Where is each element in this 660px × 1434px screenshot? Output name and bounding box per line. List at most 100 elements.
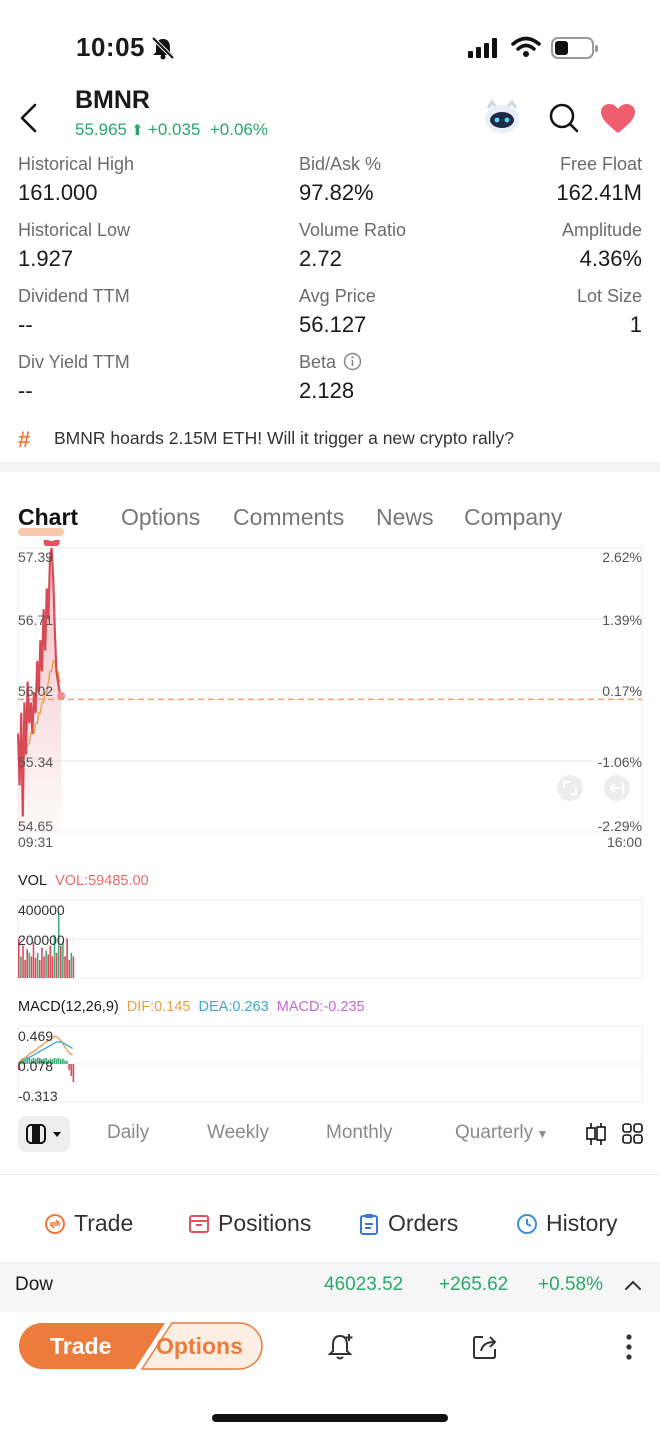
volume-bar <box>39 960 41 978</box>
index-change-pct: +0.58% <box>538 1274 603 1295</box>
fullscreen-button[interactable] <box>557 775 583 801</box>
macd-bar <box>60 1059 62 1064</box>
volume-bar <box>66 938 68 978</box>
cellular-signal-icon <box>468 38 497 58</box>
grid-layout-icon[interactable] <box>622 1123 644 1145</box>
volume-title: VOL VOL:59485.00 <box>18 873 149 889</box>
action-positions[interactable]: Positions <box>188 1210 311 1237</box>
volume-bar <box>55 952 58 978</box>
price-axis-label-3: 56.02 <box>18 683 54 699</box>
action-history[interactable]: History <box>516 1210 618 1237</box>
info-icon[interactable] <box>343 352 362 371</box>
period-daily[interactable]: Daily <box>107 1122 149 1144</box>
tab-news[interactable]: News <box>376 504 434 531</box>
index-change: +265.62 <box>439 1274 509 1295</box>
pct-axis-label-1: 2.62% <box>602 549 642 565</box>
period-quarterly-label: Quarterly <box>455 1122 534 1143</box>
stat-label-historical-high: Historical High <box>18 154 135 174</box>
silent-bell-icon <box>151 36 175 60</box>
robot-assistant-icon[interactable] <box>482 98 522 136</box>
volume-axis-label-1: 400000 <box>18 902 65 918</box>
stat-value-amplitude: 4.36% <box>579 246 642 271</box>
chevron-up-icon[interactable] <box>624 1278 642 1292</box>
bottom-trade-button[interactable]: Trade <box>50 1333 111 1360</box>
stat-label-amplitude: Amplitude <box>561 220 642 240</box>
action-orders-label: Orders <box>388 1210 459 1236</box>
macd-bar <box>64 1060 66 1064</box>
favorite-heart-icon[interactable] <box>600 103 636 135</box>
stat-value-bid-ask: 97.82% <box>299 180 374 205</box>
positions-icon <box>189 1214 209 1233</box>
volume-label: VOL <box>18 873 48 889</box>
orders-icon <box>360 1213 378 1235</box>
search-icon[interactable] <box>548 102 580 134</box>
sell-signal-badge[interactable]: S <box>43 540 60 546</box>
tab-chart[interactable]: Chart <box>18 504 78 531</box>
period-monthly[interactable]: Monthly <box>326 1122 393 1144</box>
price-change-pct: +0.06% <box>209 120 268 139</box>
up-arrow-icon: ⬆ <box>127 122 148 139</box>
price-axis-label-5: 54.65 <box>18 818 54 834</box>
action-trade-label: Trade <box>74 1210 134 1236</box>
share-icon[interactable] <box>472 1334 498 1360</box>
tab-comments[interactable]: Comments <box>233 504 344 531</box>
volume-value: VOL:59485.00 <box>55 873 149 889</box>
volume-bar <box>45 950 47 978</box>
back-arrow-icon[interactable] <box>18 102 40 134</box>
macd-bar <box>53 1058 56 1064</box>
macd-bar <box>55 1058 58 1064</box>
stat-value-dividend-ttm: -- <box>18 312 33 337</box>
pct-axis-label-5: -2.29% <box>597 818 642 834</box>
time-start-label: 09:31 <box>18 834 54 850</box>
pct-axis-label-3: 0.17% <box>602 683 642 699</box>
chart-type-selector[interactable] <box>18 1116 70 1152</box>
action-positions-label: Positions <box>218 1210 312 1236</box>
tab-company[interactable]: Company <box>464 504 562 531</box>
last-price-dot <box>57 691 66 700</box>
volume-chart[interactable] <box>0 898 660 980</box>
index-name: Dow <box>15 1274 54 1295</box>
stat-value-div-yield-ttm: -- <box>18 378 33 403</box>
stat-label-dividend-ttm: Dividend TTM <box>18 286 130 306</box>
volume-bar <box>30 956 33 978</box>
topic-headline[interactable]: BMNR hoards 2.15M ETH! Will it trigger a… <box>54 428 514 449</box>
intraday-price-chart[interactable]: S <box>0 540 660 860</box>
price-axis-label-1: 57.39 <box>18 549 54 565</box>
candlestick-settings-icon[interactable] <box>585 1122 607 1146</box>
macd-axis-label-3: -0.313 <box>18 1088 58 1104</box>
stat-label-volume-ratio: Volume Ratio <box>299 220 407 240</box>
home-indicator <box>212 1414 448 1422</box>
stat-label-lot-size: Lot Size <box>576 286 642 306</box>
price-quote: 55.965 ⬆ +0.035 +0.06% <box>75 120 268 140</box>
volume-bar <box>49 945 52 978</box>
index-value: 46023.52 <box>324 1274 404 1295</box>
history-clock-icon <box>517 1213 537 1234</box>
trade-icon <box>45 1213 65 1234</box>
macd-chart[interactable] <box>0 1024 660 1104</box>
volume-bar <box>64 956 66 978</box>
stat-value-historical-high: 161.000 <box>18 180 98 205</box>
macd-bar <box>70 1064 73 1076</box>
period-quarterly[interactable]: Quarterly ▼ <box>455 1122 548 1144</box>
period-weekly[interactable]: Weekly <box>207 1122 269 1144</box>
volume-bar <box>36 952 39 978</box>
collapse-button[interactable] <box>604 775 630 801</box>
action-orders[interactable]: Orders <box>358 1210 458 1237</box>
volume-bar <box>51 956 54 978</box>
stat-value-free-float: 162.41M <box>556 180 642 205</box>
volume-bar <box>22 945 24 978</box>
more-options-icon[interactable] <box>624 1333 634 1361</box>
macd-axis-label-1: 0.469 <box>18 1028 54 1044</box>
time-end-label: 16:00 <box>606 834 642 850</box>
volume-bar <box>26 949 28 978</box>
stat-label-beta: Beta <box>299 352 337 372</box>
volume-bar <box>43 956 45 978</box>
volume-bar <box>68 960 70 978</box>
volume-bar <box>41 947 43 978</box>
price-alert-bell-icon[interactable] <box>327 1332 355 1362</box>
tab-options[interactable]: Options <box>121 504 200 531</box>
bottom-options-button[interactable]: Options <box>156 1333 243 1360</box>
action-trade[interactable]: Trade <box>44 1210 133 1237</box>
battery-icon <box>551 37 598 59</box>
stat-value-lot-size: 1 <box>629 312 642 337</box>
